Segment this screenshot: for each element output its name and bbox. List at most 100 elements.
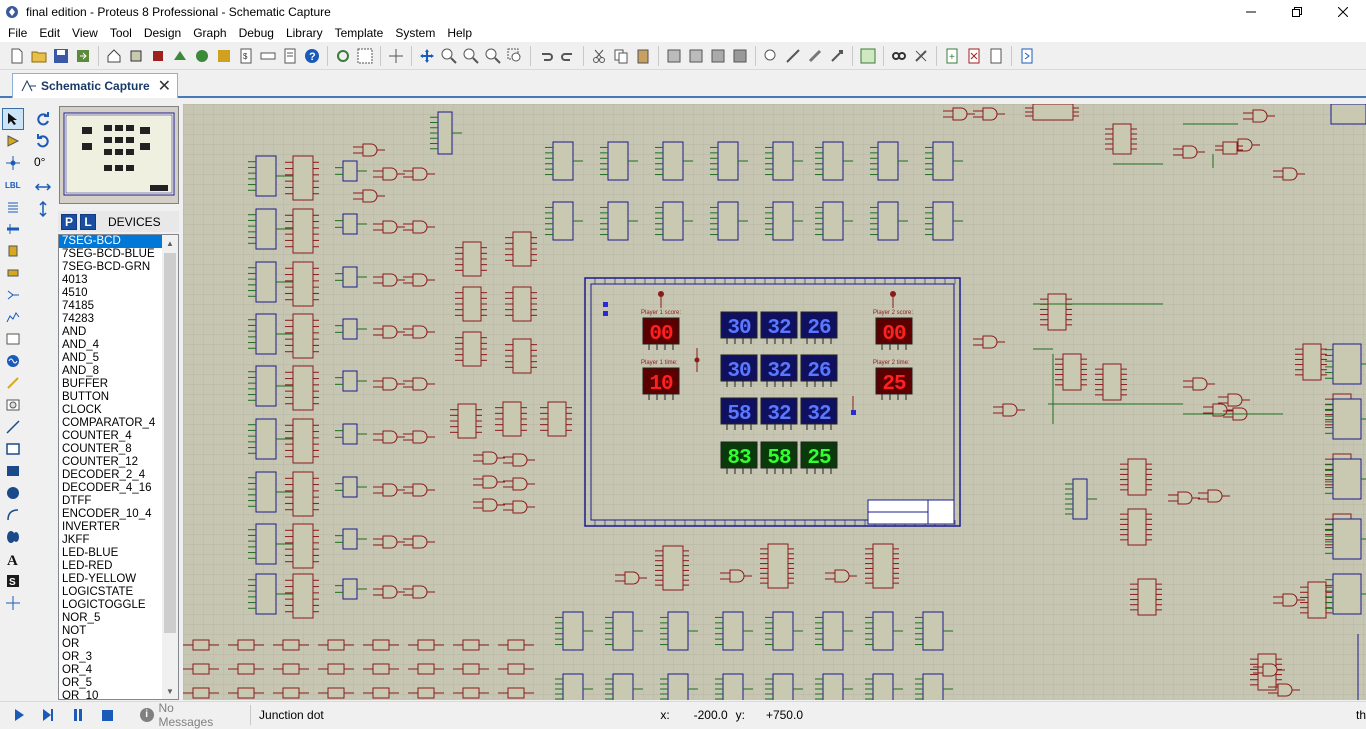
play-button[interactable] — [8, 704, 29, 726]
menu-help[interactable]: Help — [441, 24, 478, 42]
device-list-item[interactable]: AND_4 — [59, 339, 163, 352]
device-list-item[interactable]: NOR_5 — [59, 612, 163, 625]
overview-window[interactable] — [59, 106, 179, 204]
new-sheet-icon[interactable]: + — [941, 45, 963, 67]
gerber-icon[interactable] — [191, 45, 213, 67]
device-list-item[interactable]: OR_4 — [59, 664, 163, 677]
pan-icon[interactable] — [416, 45, 438, 67]
scroll-thumb[interactable] — [164, 253, 176, 633]
menu-debug[interactable]: Debug — [233, 24, 280, 42]
schematic-icon[interactable] — [125, 45, 147, 67]
wire-label-mode-icon[interactable]: LBL — [2, 174, 24, 196]
pcb-layout-icon[interactable] — [147, 45, 169, 67]
cut-icon[interactable] — [588, 45, 610, 67]
device-list-item[interactable]: BUTTON — [59, 391, 163, 404]
menu-edit[interactable]: Edit — [33, 24, 66, 42]
selection-mode-icon[interactable] — [2, 108, 24, 130]
menu-template[interactable]: Template — [329, 24, 390, 42]
minimize-button[interactable] — [1228, 0, 1274, 24]
device-list-item[interactable]: 4013 — [59, 274, 163, 287]
device-list-item[interactable]: 4510 — [59, 287, 163, 300]
pick-from-library-button[interactable]: P — [61, 213, 77, 230]
menu-graph[interactable]: Graph — [187, 24, 232, 42]
device-list-item[interactable]: COUNTER_8 — [59, 443, 163, 456]
decompose-icon[interactable] — [826, 45, 848, 67]
help-icon[interactable]: ? — [301, 45, 323, 67]
exit-parent-icon[interactable] — [985, 45, 1007, 67]
rotate-clockwise-icon[interactable] — [32, 108, 54, 130]
rotate-anticlockwise-icon[interactable] — [32, 130, 54, 152]
line-mode-icon[interactable] — [2, 416, 24, 438]
device-list-item[interactable]: OR_5 — [59, 677, 163, 690]
path-mode-icon[interactable] — [2, 526, 24, 548]
stop-button[interactable] — [96, 704, 117, 726]
device-list-item[interactable]: AND_8 — [59, 365, 163, 378]
menu-system[interactable]: System — [389, 24, 441, 42]
device-list-item[interactable]: COMPARATOR_4 — [59, 417, 163, 430]
wire-autorouter-icon[interactable] — [857, 45, 879, 67]
copy-icon[interactable] — [610, 45, 632, 67]
symbol-mode-icon[interactable]: S — [2, 570, 24, 592]
device-list-item[interactable]: COUNTER_12 — [59, 456, 163, 469]
search-icon[interactable] — [888, 45, 910, 67]
component-mode-icon[interactable] — [2, 130, 24, 152]
generator-mode-icon[interactable] — [2, 350, 24, 372]
marker-mode-icon[interactable] — [2, 592, 24, 614]
active-popup-mode-icon[interactable] — [2, 328, 24, 350]
paste-icon[interactable] — [632, 45, 654, 67]
device-list-item[interactable]: 7SEG-BCD-GRN — [59, 261, 163, 274]
block-copy-icon[interactable] — [663, 45, 685, 67]
pause-button[interactable] — [67, 704, 88, 726]
mirror-horizontal-icon[interactable] — [32, 176, 54, 198]
device-list-item[interactable]: DECODER_2_4 — [59, 469, 163, 482]
design-explorer-icon[interactable] — [213, 45, 235, 67]
device-list-item[interactable]: OR_10 — [59, 690, 163, 699]
box-filled-icon[interactable] — [2, 460, 24, 482]
make-device-icon[interactable] — [782, 45, 804, 67]
device-list-scrollbar[interactable]: ▲ ▼ — [162, 235, 178, 699]
text-script-mode-icon[interactable] — [2, 196, 24, 218]
subcircuit-mode-icon[interactable] — [2, 240, 24, 262]
close-window-button[interactable] — [1320, 0, 1366, 24]
device-list-item[interactable]: LED-BLUE — [59, 547, 163, 560]
device-list-item[interactable]: DTFF — [59, 495, 163, 508]
zoom-out-icon[interactable] — [460, 45, 482, 67]
home-icon[interactable] — [103, 45, 125, 67]
device-list-item[interactable]: 7SEG-BCD-BLUE — [59, 248, 163, 261]
device-list-item[interactable]: 74283 — [59, 313, 163, 326]
device-list-item[interactable]: LED-YELLOW — [59, 573, 163, 586]
junction-dot-mode-icon[interactable] — [2, 152, 24, 174]
arc-mode-icon[interactable] — [2, 504, 24, 526]
graph-mode-icon[interactable] — [2, 306, 24, 328]
block-rotate-icon[interactable] — [707, 45, 729, 67]
restore-button[interactable] — [1274, 0, 1320, 24]
device-list-item[interactable]: CLOCK — [59, 404, 163, 417]
notes-icon[interactable] — [279, 45, 301, 67]
device-list-item[interactable]: ENCODER_10_4 — [59, 508, 163, 521]
terminals-mode-icon[interactable] — [2, 262, 24, 284]
3d-viewer-icon[interactable] — [169, 45, 191, 67]
menu-file[interactable]: File — [2, 24, 33, 42]
scroll-down-icon[interactable]: ▼ — [162, 683, 178, 699]
device-list-item[interactable]: LED-RED — [59, 560, 163, 573]
redo-icon[interactable] — [557, 45, 579, 67]
menu-tool[interactable]: Tool — [104, 24, 138, 42]
pick-device-icon[interactable] — [760, 45, 782, 67]
property-tool-icon[interactable] — [910, 45, 932, 67]
save-icon[interactable] — [50, 45, 72, 67]
device-list-item[interactable]: AND_5 — [59, 352, 163, 365]
block-move-icon[interactable] — [685, 45, 707, 67]
tab-schematic-capture[interactable]: Schematic Capture ✕ — [12, 73, 178, 98]
device-list-item[interactable]: LOGICSTATE — [59, 586, 163, 599]
device-list-item[interactable]: JKFF — [59, 534, 163, 547]
device-list-item[interactable]: DECODER_4_16 — [59, 482, 163, 495]
device-list-item[interactable]: OR — [59, 638, 163, 651]
device-list-item[interactable]: NOT — [59, 625, 163, 638]
device-list-item[interactable]: AND — [59, 326, 163, 339]
device-list-item[interactable]: INVERTER — [59, 521, 163, 534]
device-list-item[interactable]: 74185 — [59, 300, 163, 313]
device-list-item[interactable]: COUNTER_4 — [59, 430, 163, 443]
step-button[interactable] — [37, 704, 58, 726]
text-mode-icon[interactable]: A — [2, 548, 24, 570]
box-mode-icon[interactable] — [2, 438, 24, 460]
